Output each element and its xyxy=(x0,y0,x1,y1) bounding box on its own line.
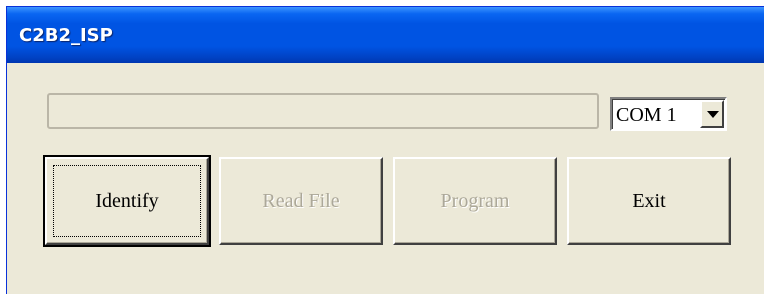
title-bar[interactable]: C2B2_ISP xyxy=(7,7,764,63)
progress-bar xyxy=(47,93,599,129)
exit-button-label: Exit xyxy=(632,189,666,212)
program-button-label: Program xyxy=(440,189,510,212)
com-port-select[interactable]: COM 1 xyxy=(610,97,727,131)
read-file-button-label: Read File xyxy=(262,189,340,212)
client-area: COM 1 Identify Read File Program Exit xyxy=(7,63,764,294)
chevron-down-icon xyxy=(707,111,719,118)
exit-button[interactable]: Exit xyxy=(567,157,731,245)
read-file-button[interactable]: Read File xyxy=(219,157,383,245)
app-window: C2B2_ISP COM 1 Identify Read File Progra… xyxy=(6,6,764,294)
identify-button[interactable]: Identify xyxy=(43,155,211,247)
identify-button-label: Identify xyxy=(95,189,159,212)
com-port-dropdown-button[interactable] xyxy=(700,100,724,128)
window-title: C2B2_ISP xyxy=(19,25,113,46)
com-port-value: COM 1 xyxy=(616,104,677,126)
program-button[interactable]: Program xyxy=(393,157,557,245)
